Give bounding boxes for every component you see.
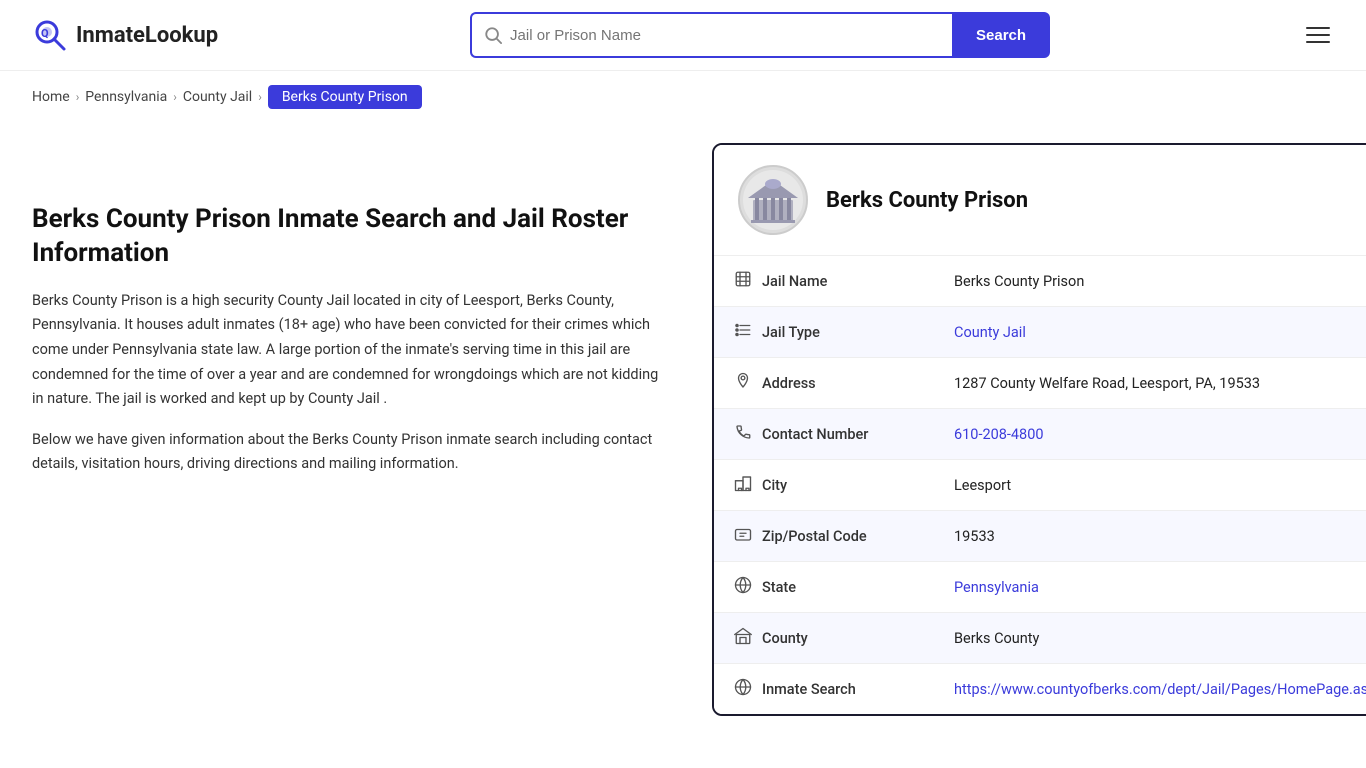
- row-value-link[interactable]: 610-208-4800: [954, 426, 1044, 443]
- card-header: Berks County Prison: [714, 145, 1366, 256]
- table-row: Zip/Postal Code 19533: [714, 511, 1366, 562]
- breadcrumb-county-jail[interactable]: County Jail: [183, 89, 252, 105]
- row-label-text: State: [762, 579, 796, 596]
- header: Q InmateLookup Search: [0, 0, 1366, 71]
- row-label-cell: City: [734, 474, 914, 496]
- search-bar: Search: [470, 12, 1050, 58]
- row-label-cell: Address: [734, 372, 914, 394]
- page-desc-2: Below we have given information about th…: [32, 428, 672, 477]
- county-icon: [734, 627, 752, 649]
- row-label-cell: Inmate Search: [734, 678, 914, 700]
- row-label-text: City: [762, 477, 787, 494]
- facility-avatar: [738, 165, 808, 235]
- page-desc-1: Berks County Prison is a high security C…: [32, 289, 672, 412]
- row-label-text: Address: [762, 375, 816, 392]
- table-row: City Leesport: [714, 460, 1366, 511]
- row-label-cell: State: [734, 576, 914, 598]
- logo-icon: Q: [32, 17, 68, 53]
- row-value-cell: Berks County Prison: [934, 256, 1366, 307]
- row-label-text: Zip/Postal Code: [762, 528, 867, 545]
- pin-icon: [734, 372, 752, 394]
- hamburger-menu[interactable]: [1302, 23, 1334, 47]
- row-label-text: Inmate Search: [762, 681, 856, 698]
- page-heading: Berks County Prison Inmate Search and Ja…: [32, 203, 672, 271]
- breadcrumb-current: Berks County Prison: [268, 85, 422, 109]
- breadcrumb-separator-1: ›: [76, 90, 80, 104]
- row-value-cell: 610-208-4800: [934, 409, 1366, 460]
- row-label-cell: Jail Type: [734, 321, 914, 343]
- info-table: Jail Name Berks County Prison Jail Type Cou…: [714, 256, 1366, 714]
- row-value-cell: 1287 County Welfare Road, Leesport, PA, …: [934, 358, 1366, 409]
- breadcrumb: Home › Pennsylvania › County Jail › Berk…: [0, 71, 1366, 123]
- row-value-link[interactable]: https://www.countyofberks.com/dept/Jail/…: [954, 681, 1366, 698]
- jail-icon: [734, 270, 752, 292]
- left-column: Berks County Prison Inmate Search and Ja…: [32, 143, 672, 716]
- search-button[interactable]: Search: [952, 12, 1050, 58]
- info-card: Berks County Prison Jail Name Berks Count…: [712, 143, 1366, 716]
- row-label-text: County: [762, 630, 808, 647]
- facility-name-heading: Berks County Prison: [826, 188, 1028, 213]
- breadcrumb-pennsylvania[interactable]: Pennsylvania: [85, 89, 167, 105]
- table-row: Inmate Search https://www.countyofberks.c…: [714, 664, 1366, 715]
- phone-icon: [734, 423, 752, 445]
- svg-text:Q: Q: [41, 27, 49, 40]
- row-value-link[interactable]: County Jail: [954, 324, 1026, 341]
- search-input[interactable]: [510, 27, 940, 44]
- table-row: State Pennsylvania: [714, 562, 1366, 613]
- table-row: Jail Type County Jail: [714, 307, 1366, 358]
- row-value-cell: https://www.countyofberks.com/dept/Jail/…: [934, 664, 1366, 715]
- list-icon: [734, 321, 752, 343]
- row-value-link[interactable]: Pennsylvania: [954, 579, 1039, 596]
- row-value-cell: Leesport: [934, 460, 1366, 511]
- table-row: County Berks County: [714, 613, 1366, 664]
- globe2-icon: [734, 678, 752, 700]
- row-label-cell: Contact Number: [734, 423, 914, 445]
- mail-icon: [734, 525, 752, 547]
- row-label-cell: County: [734, 627, 914, 649]
- facility-image: [743, 170, 803, 230]
- row-value-cell: 19533: [934, 511, 1366, 562]
- logo[interactable]: Q InmateLookup: [32, 17, 218, 53]
- row-label-text: Contact Number: [762, 426, 868, 443]
- table-row: Contact Number 610-208-4800: [714, 409, 1366, 460]
- globe-icon: [734, 576, 752, 598]
- logo-text: InmateLookup: [76, 23, 218, 48]
- right-column: Berks County Prison Jail Name Berks Count…: [712, 143, 1366, 716]
- search-input-wrapper: [470, 12, 952, 58]
- row-label-text: Jail Name: [762, 273, 827, 290]
- breadcrumb-separator-3: ›: [258, 90, 262, 104]
- row-label-text: Jail Type: [762, 324, 820, 341]
- row-value-cell: County Jail: [934, 307, 1366, 358]
- breadcrumb-home[interactable]: Home: [32, 89, 70, 105]
- main-content: Berks County Prison Inmate Search and Ja…: [0, 123, 1366, 756]
- table-row: Address 1287 County Welfare Road, Leespor…: [714, 358, 1366, 409]
- row-label-cell: Zip/Postal Code: [734, 525, 914, 547]
- row-value-cell: Berks County: [934, 613, 1366, 664]
- city-icon: [734, 474, 752, 496]
- table-row: Jail Name Berks County Prison: [714, 256, 1366, 307]
- row-value-cell: Pennsylvania: [934, 562, 1366, 613]
- row-label-cell: Jail Name: [734, 270, 914, 292]
- breadcrumb-separator-2: ›: [173, 90, 177, 104]
- search-icon: [484, 26, 502, 44]
